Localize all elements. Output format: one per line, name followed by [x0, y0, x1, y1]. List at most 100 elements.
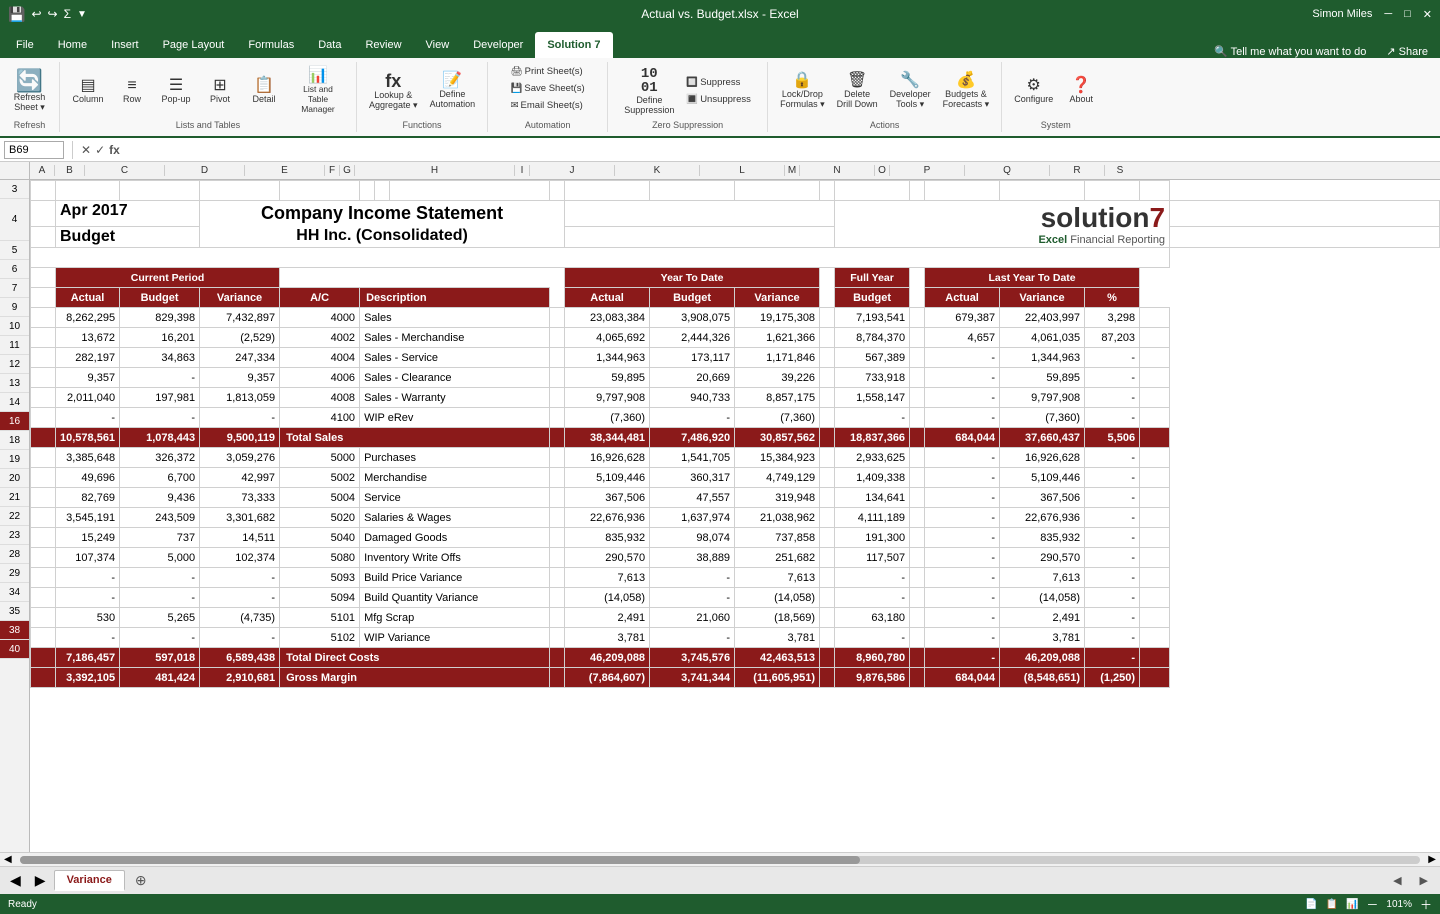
ribbon-group-zero-suppression: 1001 DefineSuppression 🔲 Suppress 🔳 Unsu… — [608, 62, 768, 132]
confirm-formula-icon[interactable]: ✓ — [95, 143, 105, 157]
col-header-H[interactable]: H — [355, 165, 515, 176]
popup-button[interactable]: ☰ Pop-up — [156, 76, 196, 106]
pivot-button[interactable]: ⊞ Pivot — [200, 76, 240, 106]
scrollbar-track[interactable] — [20, 856, 1421, 864]
tab-view[interactable]: View — [414, 32, 462, 58]
cell-reference-input[interactable]: B69 — [4, 141, 64, 159]
define-automation-button[interactable]: 📝 DefineAutomation — [426, 71, 480, 111]
developer-tools-button[interactable]: 🔧 DeveloperTools ▾ — [886, 71, 935, 112]
col-header-R[interactable]: R — [1050, 165, 1105, 176]
insert-function-icon[interactable]: fx — [109, 143, 120, 157]
sheet-nav-left[interactable]: ◀ — [4, 870, 27, 891]
tab-file[interactable]: File — [4, 32, 46, 58]
scroll-right-btn[interactable]: ▶ — [1424, 854, 1440, 865]
print-sheet-button[interactable]: 🖨 Print Sheet(s) — [507, 64, 587, 79]
total-dc-cp-actual: 7,186,457 — [56, 648, 120, 668]
col-header-D[interactable]: D — [165, 165, 245, 176]
cell-n9[interactable]: 7,193,541 — [835, 308, 910, 328]
tab-page-layout[interactable]: Page Layout — [151, 32, 237, 58]
col-header-G[interactable]: G — [340, 165, 355, 176]
save-icon[interactable]: 💾 — [8, 6, 25, 23]
zoom-in-btn[interactable]: ＋ — [1420, 896, 1432, 913]
share-btn[interactable]: ↗ Share — [1386, 45, 1428, 58]
col-header-C[interactable]: C — [85, 165, 165, 176]
column-button[interactable]: ▤ Column — [68, 76, 108, 106]
col-header-L[interactable]: L — [700, 165, 785, 176]
minimize-btn[interactable]: ─ — [1384, 8, 1392, 20]
sigma-icon[interactable]: Σ — [64, 7, 71, 21]
tell-me[interactable]: 🔍 Tell me what you want to do — [1214, 45, 1366, 58]
cell-k9[interactable]: 3,908,075 — [650, 308, 735, 328]
user-name: Simon Miles — [1312, 8, 1372, 20]
tab-solution7[interactable]: Solution 7 — [535, 32, 612, 58]
report-title-1: Company Income StatementHH Inc. (Consoli… — [200, 201, 565, 248]
tab-review[interactable]: Review — [353, 32, 413, 58]
tab-insert[interactable]: Insert — [99, 32, 151, 58]
col-header-S[interactable]: S — [1105, 165, 1135, 176]
budgets-forecasts-button[interactable]: 💰 Budgets &Forecasts ▾ — [939, 71, 994, 112]
lookup-aggregate-button[interactable]: fx Lookup &Aggregate ▾ — [365, 70, 422, 113]
scroll-indicator-right[interactable]: ▶ — [1412, 874, 1436, 887]
lock-drop-button[interactable]: 🔒 Lock/DropFormulas ▾ — [776, 71, 829, 112]
col-header-B[interactable]: B — [55, 165, 85, 176]
email-sheet-button[interactable]: ✉ Email Sheet(s) — [507, 98, 587, 113]
gm-cp-budget: 481,424 — [120, 668, 200, 688]
sheet-nav-right[interactable]: ▶ — [29, 870, 52, 891]
page-normal-btn[interactable]: 📄 — [1305, 899, 1317, 910]
undo-icon[interactable]: ↩ — [31, 7, 41, 21]
page-break-btn[interactable]: 📊 — [1346, 899, 1358, 910]
redo-icon[interactable]: ↪ — [48, 7, 58, 21]
about-button[interactable]: ❓ About — [1061, 76, 1101, 106]
save-sheet-button[interactable]: 💾 Save Sheet(s) — [507, 81, 589, 96]
tab-home[interactable]: Home — [46, 32, 99, 58]
tab-developer[interactable]: Developer — [461, 32, 535, 58]
zoom-out-btn[interactable]: － — [1366, 896, 1378, 913]
configure-button[interactable]: ⚙ Configure — [1010, 76, 1057, 106]
delete-drill-button[interactable]: 🗑 DeleteDrill Down — [833, 71, 882, 111]
suppress-button[interactable]: 🔲 Suppress — [682, 75, 755, 90]
more-icon[interactable]: ▼ — [77, 9, 87, 20]
col-header-I[interactable]: I — [515, 165, 530, 176]
cancel-formula-icon[interactable]: ✕ — [81, 143, 91, 157]
tab-formulas[interactable]: Formulas — [236, 32, 306, 58]
scrollbar-thumb[interactable] — [20, 856, 860, 864]
cell-e9[interactable]: 7,432,897 — [200, 308, 280, 328]
cell-d9[interactable]: 829,398 — [120, 308, 200, 328]
col-header-O[interactable]: O — [875, 165, 890, 176]
scroll-indicator-left[interactable]: ◀ — [1385, 874, 1409, 887]
col-header-P[interactable]: P — [890, 165, 965, 176]
maximize-btn[interactable]: □ — [1404, 8, 1411, 20]
about-icon: ❓ — [1071, 78, 1091, 94]
page-layout-btn[interactable]: 📋 — [1325, 899, 1337, 910]
refresh-sheet-button[interactable]: 🔄 RefreshSheet ▾ — [10, 68, 50, 115]
formula-input[interactable] — [124, 144, 1436, 156]
col-header-K[interactable]: K — [615, 165, 700, 176]
cell-q9[interactable]: 22,403,997 — [1000, 308, 1085, 328]
list-table-manager-button[interactable]: 📊 List and TableManager — [288, 66, 348, 116]
horizontal-scrollbar[interactable]: ◀ ▶ — [0, 852, 1440, 866]
detail-button[interactable]: 📋 Detail — [244, 76, 284, 106]
col-header-N[interactable]: N — [800, 165, 875, 176]
col-header-Q[interactable]: Q — [965, 165, 1050, 176]
tab-data[interactable]: Data — [306, 32, 353, 58]
col-header-E[interactable]: E — [245, 165, 325, 176]
col-header-F[interactable]: F — [325, 165, 340, 176]
col-header-M[interactable]: M — [785, 165, 800, 176]
cell-c9[interactable]: 8,262,295 — [56, 308, 120, 328]
unsuppress-button[interactable]: 🔳 Unsuppress — [682, 92, 755, 107]
sheet-tab-variance[interactable]: Variance — [54, 870, 125, 891]
define-suppression-button[interactable]: 1001 DefineSuppression — [620, 65, 678, 117]
scroll-left-btn[interactable]: ◀ — [0, 854, 16, 865]
close-btn[interactable]: ✕ — [1423, 8, 1432, 21]
row-button[interactable]: ≡ Row — [112, 76, 152, 106]
cell-r9[interactable]: 3,298 — [1085, 308, 1140, 328]
col-header-J[interactable]: J — [530, 165, 615, 176]
cell-p9[interactable]: 679,387 — [925, 308, 1000, 328]
cell-l9[interactable]: 19,175,308 — [735, 308, 820, 328]
sheet-area: 3 4 5 6 7 9 10 11 12 13 14 16 18 19 20 2… — [0, 180, 1440, 852]
cell-j9[interactable]: 23,083,384 — [565, 308, 650, 328]
add-sheet-button[interactable]: ⊕ — [127, 869, 155, 892]
cell-h9[interactable]: Sales — [360, 308, 550, 328]
sheet-content[interactable]: Apr 2017 Company Income StatementHH Inc.… — [30, 180, 1440, 852]
cell-f9[interactable]: 4000 — [280, 308, 360, 328]
